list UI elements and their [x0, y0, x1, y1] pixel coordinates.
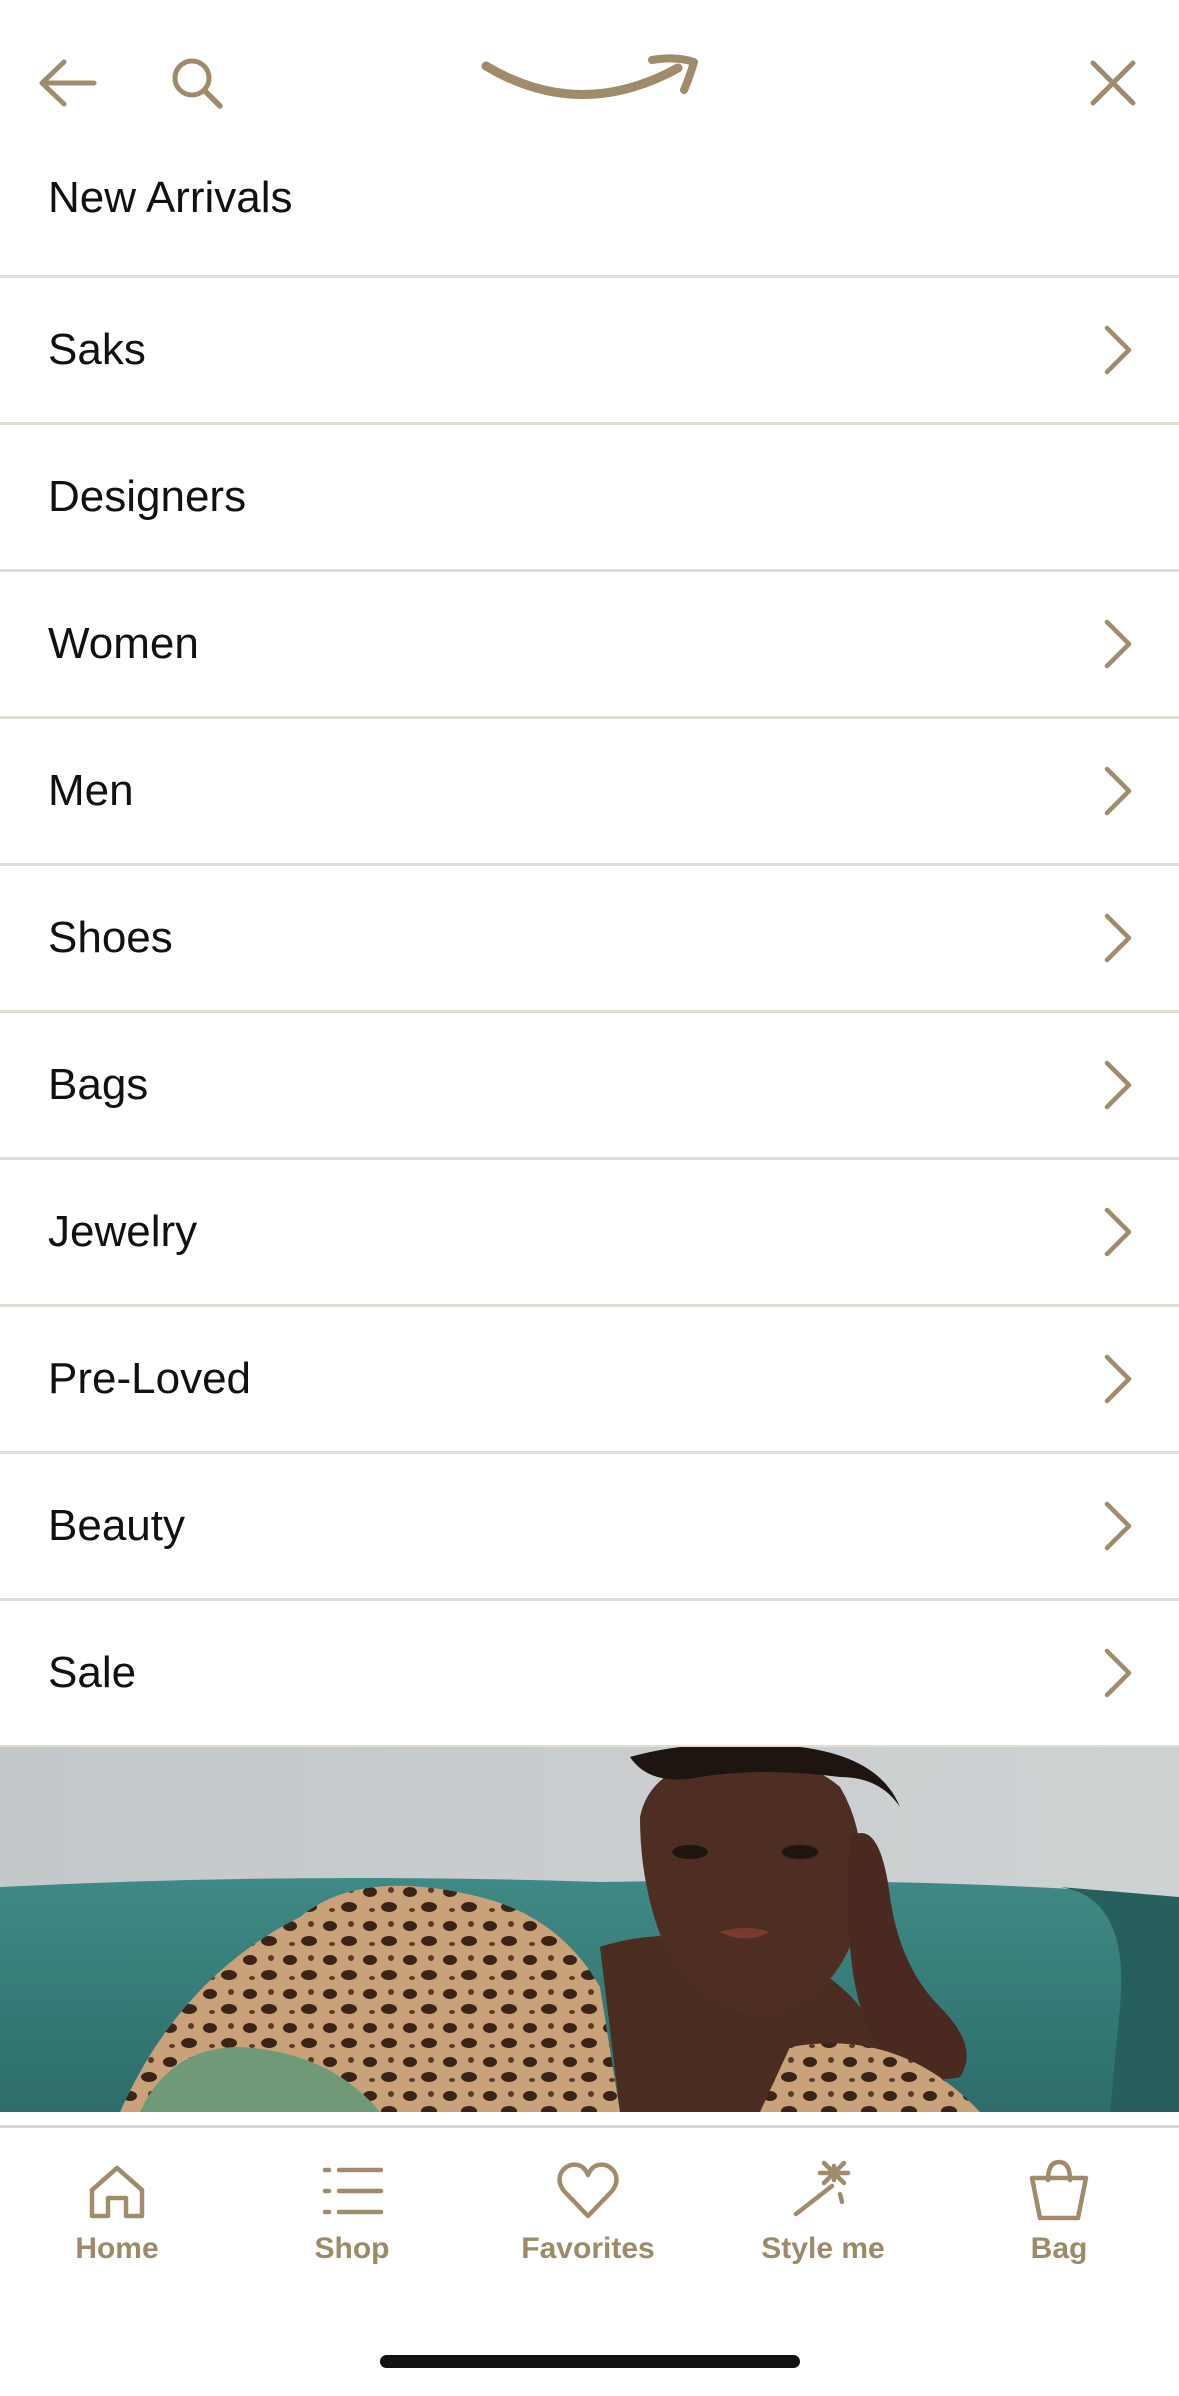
- menu-item-label: Pre-Loved: [48, 1354, 252, 1403]
- menu-item-pre-loved[interactable]: Pre-Loved: [0, 1307, 1179, 1454]
- menu-item-label: Men: [48, 766, 134, 815]
- category-menu: New Arrivals Saks Designers Women Men Sh…: [0, 128, 1179, 1748]
- home-icon: [89, 2165, 145, 2219]
- tab-label: Favorites: [521, 2232, 655, 2265]
- menu-item-bags[interactable]: Bags: [0, 1013, 1179, 1160]
- tab-shop[interactable]: Shop: [262, 2158, 442, 2266]
- smile-arrow-logo[interactable]: [480, 52, 700, 112]
- close-button[interactable]: [1080, 50, 1146, 116]
- menu-item-label: Designers: [48, 472, 247, 521]
- tab-label: Style me: [761, 2232, 885, 2265]
- list-icon: [322, 2167, 384, 2215]
- promo-banner-image[interactable]: [0, 1747, 1179, 2112]
- menu-item-label: Jewelry: [48, 1207, 198, 1256]
- search-icon: [172, 58, 223, 109]
- model-photo: [0, 1747, 1179, 2112]
- search-button[interactable]: [164, 50, 230, 116]
- chevron-right-icon: [1104, 1648, 1132, 1698]
- chevron-right-icon: [1104, 1207, 1132, 1257]
- shopping-bag-icon: [1029, 2159, 1089, 2221]
- close-icon: [1090, 60, 1136, 106]
- chevron-right-icon: [1104, 766, 1132, 816]
- back-button[interactable]: [34, 50, 100, 116]
- menu-item-label: Beauty: [48, 1501, 185, 1550]
- chevron-right-icon: [1104, 619, 1132, 669]
- menu-item-label: Sale: [48, 1648, 137, 1697]
- menu-item-men[interactable]: Men: [0, 719, 1179, 866]
- arrow-left-icon: [39, 59, 97, 107]
- tab-label: Shop: [314, 2232, 390, 2265]
- menu-item-new-arrivals[interactable]: New Arrivals: [0, 128, 1179, 278]
- tab-label: Home: [75, 2232, 159, 2265]
- menu-item-label: Saks: [48, 325, 146, 374]
- chevron-right-icon: [1104, 1060, 1132, 1110]
- chevron-right-icon: [1104, 913, 1132, 963]
- tab-bag[interactable]: Bag: [969, 2158, 1149, 2266]
- chevron-right-icon: [1104, 1354, 1132, 1404]
- tab-style-me[interactable]: Style me: [733, 2158, 913, 2266]
- menu-item-sale[interactable]: Sale: [0, 1601, 1179, 1748]
- menu-item-designers[interactable]: Designers: [0, 425, 1179, 572]
- menu-item-label: Bags: [48, 1060, 149, 1109]
- menu-item-jewelry[interactable]: Jewelry: [0, 1160, 1179, 1307]
- menu-item-label: Shoes: [48, 913, 173, 962]
- chevron-right-icon: [1104, 1501, 1132, 1551]
- menu-item-label: New Arrivals: [48, 173, 293, 222]
- menu-item-saks[interactable]: Saks: [0, 278, 1179, 425]
- heart-icon: [557, 2162, 619, 2219]
- home-indicator[interactable]: [380, 2355, 800, 2368]
- chevron-right-icon: [1104, 325, 1132, 375]
- menu-item-beauty[interactable]: Beauty: [0, 1454, 1179, 1601]
- magic-wand-icon: [793, 2160, 851, 2217]
- menu-item-shoes[interactable]: Shoes: [0, 866, 1179, 1013]
- menu-item-label: Women: [48, 619, 199, 668]
- menu-item-women[interactable]: Women: [0, 572, 1179, 719]
- tab-home[interactable]: Home: [27, 2158, 207, 2266]
- tab-favorites[interactable]: Favorites: [498, 2158, 678, 2266]
- tab-label: Bag: [1030, 2232, 1088, 2265]
